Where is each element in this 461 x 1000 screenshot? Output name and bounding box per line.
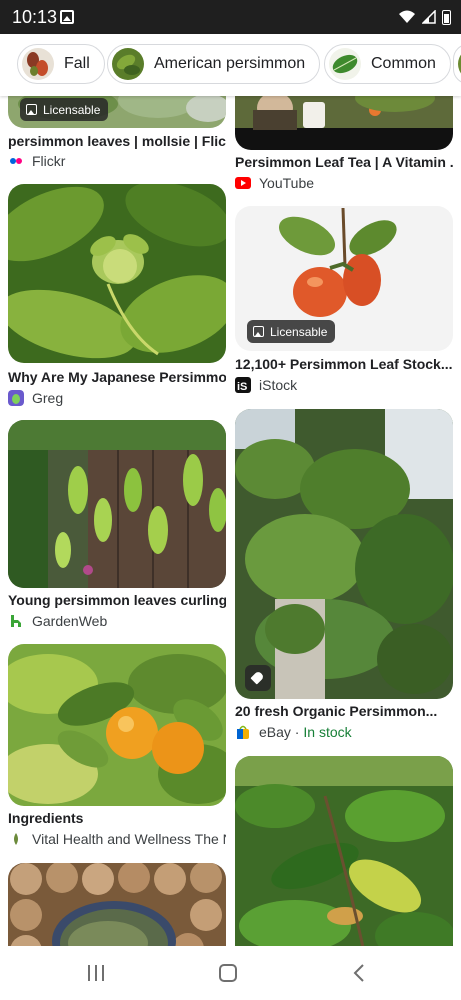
result-title: Young persimmon leaves curling...	[8, 592, 226, 608]
ebay-icon	[237, 725, 249, 739]
badge-label: Licensable	[43, 102, 101, 117]
image-icon	[253, 326, 264, 337]
status-bar: 10:13	[0, 0, 461, 34]
source-name: Flickr	[32, 153, 66, 169]
back-icon[interactable]	[352, 964, 366, 982]
result-image[interactable]	[8, 863, 226, 946]
istock-icon: iS	[235, 377, 251, 393]
chip-thumbnail	[112, 48, 144, 80]
result-image[interactable]	[235, 96, 453, 150]
gallery-notification-icon	[60, 10, 74, 24]
availability-status: In stock	[303, 724, 352, 740]
result-card[interactable]: Young persimmon leaves curling... Garden…	[8, 420, 226, 630]
chip-more[interactable]	[453, 44, 461, 84]
result-source: Vital Health and Wellness The N	[8, 831, 226, 847]
clock: 10:13	[12, 7, 58, 27]
source-name: YouTube	[259, 175, 315, 191]
source-name: Greg	[32, 390, 64, 406]
result-title: persimmon leaves | mollsie | Flickr	[8, 133, 226, 149]
image-icon	[26, 104, 37, 115]
recent-apps-icon[interactable]	[88, 965, 108, 981]
chip-american-persimmon[interactable]: American persimmon	[107, 44, 321, 84]
source-name: GardenWeb	[32, 613, 108, 629]
result-image[interactable]	[8, 184, 226, 363]
result-image[interactable]	[235, 409, 453, 699]
battery-icon	[442, 9, 451, 25]
result-title: Ingredients	[8, 810, 84, 826]
chip-fall[interactable]: Fall	[17, 44, 105, 84]
chip-label: Common	[371, 55, 436, 72]
result-card[interactable]: Why Are My Japanese Persimmo... Greg	[8, 184, 226, 410]
svg-text:iS: iS	[237, 381, 247, 393]
result-image[interactable]	[8, 420, 226, 588]
shopping-tag-icon	[245, 665, 271, 691]
result-source: YouTube	[235, 175, 453, 191]
licensable-badge: Licensable	[20, 98, 109, 121]
result-title: Why Are My Japanese Persimmo...	[8, 369, 226, 385]
result-title: Persimmon Leaf Tea | A Vitamin ...	[235, 154, 453, 170]
source-name: iStock	[259, 377, 298, 393]
wifi-icon	[399, 10, 415, 23]
result-card[interactable]: 20 fresh Organic Persimmon... eBay · In …	[235, 409, 453, 743]
badge-label: Licensable	[270, 324, 328, 339]
source-name: eBay	[259, 724, 291, 740]
result-card[interactable]: Licensable persimmon leaves | mollsie | …	[8, 96, 226, 176]
home-icon[interactable]	[219, 964, 237, 982]
greg-app-icon	[8, 390, 24, 406]
vital-health-icon	[14, 833, 18, 845]
flickr-icon	[10, 158, 22, 164]
youtube-icon	[235, 177, 251, 189]
signal-icon	[422, 10, 436, 24]
chip-common[interactable]: Common	[324, 44, 451, 84]
result-source: iS iStock	[235, 377, 453, 393]
result-card[interactable]: Ingredients Vital Health and Wellness Th…	[8, 644, 226, 850]
gardenweb-icon	[8, 613, 24, 629]
result-source: eBay · In stock	[235, 724, 453, 740]
chip-label: American persimmon	[154, 55, 306, 72]
separator: ·	[290, 724, 304, 740]
result-image[interactable]	[8, 644, 226, 806]
licensable-badge: Licensable	[247, 320, 336, 343]
chip-thumbnail	[22, 48, 54, 80]
result-image[interactable]	[235, 756, 453, 946]
result-card[interactable]	[8, 863, 226, 946]
source-name: Vital Health and Wellness The N	[32, 831, 226, 847]
image-results-grid: Licensable persimmon leaves | mollsie | …	[0, 96, 461, 946]
filter-chips-bar: Fall American persimmon Common	[0, 34, 461, 96]
result-card[interactable]: Persimmon Leaf Tea | A Vitamin ... YouTu…	[235, 96, 453, 196]
result-source: Flickr	[8, 153, 226, 169]
chip-label: Fall	[64, 55, 90, 72]
result-card[interactable]	[235, 756, 453, 946]
system-navigation-bar	[0, 946, 461, 1000]
result-source: GardenWeb	[8, 613, 226, 629]
result-title: 12,100+ Persimmon Leaf Stock...	[235, 356, 453, 372]
result-title: 20 fresh Organic Persimmon...	[235, 703, 438, 719]
result-source: Greg	[8, 390, 226, 406]
chip-thumbnail	[329, 48, 361, 80]
result-card[interactable]: Licensable 12,100+ Persimmon Leaf Stock.…	[235, 206, 453, 393]
